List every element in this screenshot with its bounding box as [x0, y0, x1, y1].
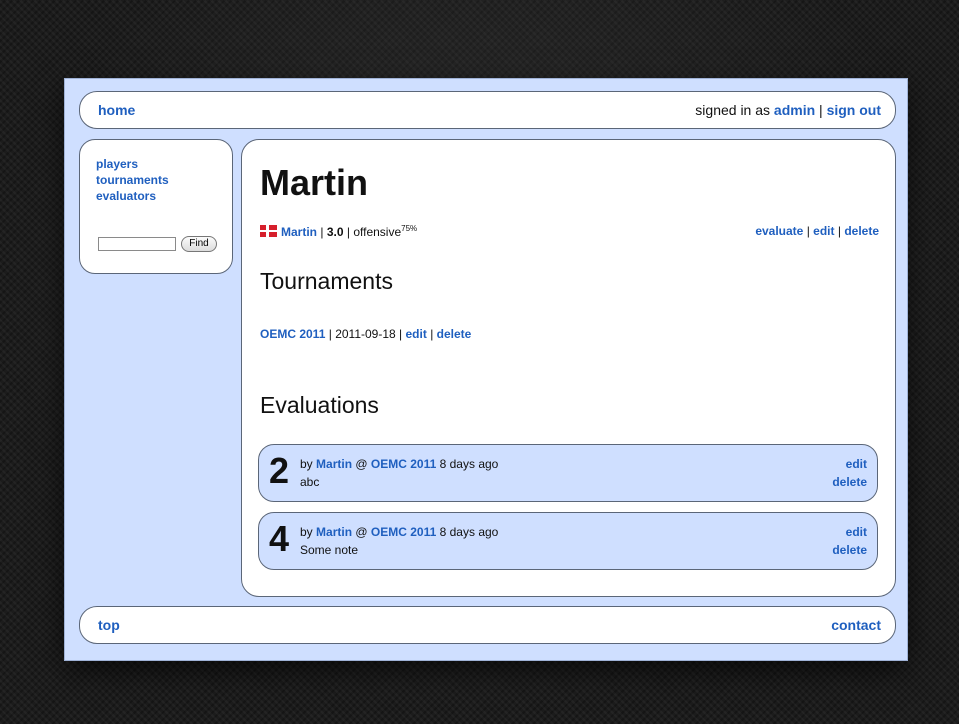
tournament-row: OEMC 2011 | 2011-09-18 | edit | delete	[260, 327, 471, 341]
evaluation-note: abc	[300, 475, 320, 489]
player-rating: 3.0	[326, 225, 344, 239]
evaluation-meta: by Martin @ OEMC 2011 8 days ago	[300, 457, 498, 471]
edit-evaluation-link[interactable]: edit	[846, 525, 867, 539]
player-meta: Martin | 3.0 | offensive75%	[260, 224, 417, 239]
page-title: Martin	[260, 162, 368, 203]
contact-link[interactable]: contact	[831, 617, 881, 633]
tournaments-heading: Tournaments	[260, 268, 393, 294]
footer-bar: top contact	[79, 606, 896, 644]
separator: |	[430, 327, 434, 341]
evaluator-link[interactable]: Martin	[316, 525, 352, 539]
user-status: signed in as admin | sign out	[695, 102, 881, 118]
evaluation-score: 4	[269, 518, 290, 559]
sidebar-item-players[interactable]: players	[96, 156, 169, 172]
evaluation-age: 8 days ago	[439, 525, 499, 539]
by-label: by	[300, 525, 313, 539]
search-input[interactable]	[98, 237, 176, 251]
player-style-percent: 75%	[401, 224, 418, 233]
sidebar-nav: players tournaments evaluators	[96, 156, 169, 204]
main-content: Martin Martin | 3.0 | offensive75% evalu…	[241, 139, 896, 597]
delete-player-link[interactable]: delete	[844, 224, 879, 238]
evaluation-item: 4 by Martin @ OEMC 2011 8 days ago Some …	[258, 512, 878, 570]
delete-evaluation-link[interactable]: delete	[832, 543, 867, 557]
edit-evaluation-link[interactable]: edit	[846, 457, 867, 471]
evaluator-link[interactable]: Martin	[316, 457, 352, 471]
player-link[interactable]: Martin	[281, 225, 317, 239]
evaluations-heading: Evaluations	[260, 392, 379, 418]
at-label: @	[355, 525, 368, 539]
evaluation-score: 2	[269, 450, 290, 491]
separator: |	[320, 225, 324, 239]
separator: |	[837, 224, 841, 238]
edit-tournament-link[interactable]: edit	[406, 327, 427, 341]
evaluation-tournament-link[interactable]: OEMC 2011	[371, 525, 436, 539]
user-link[interactable]: admin	[774, 102, 815, 118]
signed-in-label: signed in as	[695, 102, 771, 118]
sidebar-item-tournaments[interactable]: tournaments	[96, 172, 169, 188]
separator: |	[328, 327, 332, 341]
find-button[interactable]: Find	[181, 236, 217, 252]
evaluation-tournament-link[interactable]: OEMC 2011	[371, 457, 436, 471]
header-bar: home signed in as admin | sign out	[79, 91, 896, 129]
sidebar-item-evaluators[interactable]: evaluators	[96, 188, 169, 204]
tournament-link[interactable]: OEMC 2011	[260, 327, 325, 341]
tournament-date: 2011-09-18	[335, 327, 396, 341]
evaluation-meta: by Martin @ OEMC 2011 8 days ago	[300, 525, 498, 539]
separator: |	[346, 225, 350, 239]
delete-tournament-link[interactable]: delete	[437, 327, 472, 341]
delete-evaluation-link[interactable]: delete	[832, 475, 867, 489]
separator: |	[819, 102, 823, 118]
evaluation-age: 8 days ago	[439, 457, 499, 471]
top-link[interactable]: top	[98, 617, 120, 633]
denmark-flag-icon	[260, 225, 277, 237]
player-actions: evaluate | edit | delete	[755, 224, 879, 238]
player-style: offensive	[353, 225, 402, 239]
page-frame: home signed in as admin | sign out playe…	[65, 79, 907, 660]
sidebar: players tournaments evaluators Find	[79, 139, 233, 274]
evaluate-link[interactable]: evaluate	[755, 224, 803, 238]
evaluation-item: 2 by Martin @ OEMC 2011 8 days ago abc e…	[258, 444, 878, 502]
sign-out-link[interactable]: sign out	[827, 102, 881, 118]
evaluation-note: Some note	[300, 543, 359, 557]
edit-player-link[interactable]: edit	[813, 224, 834, 238]
separator: |	[806, 224, 810, 238]
by-label: by	[300, 457, 313, 471]
at-label: @	[355, 457, 368, 471]
home-link[interactable]: home	[98, 102, 135, 118]
separator: |	[399, 327, 403, 341]
